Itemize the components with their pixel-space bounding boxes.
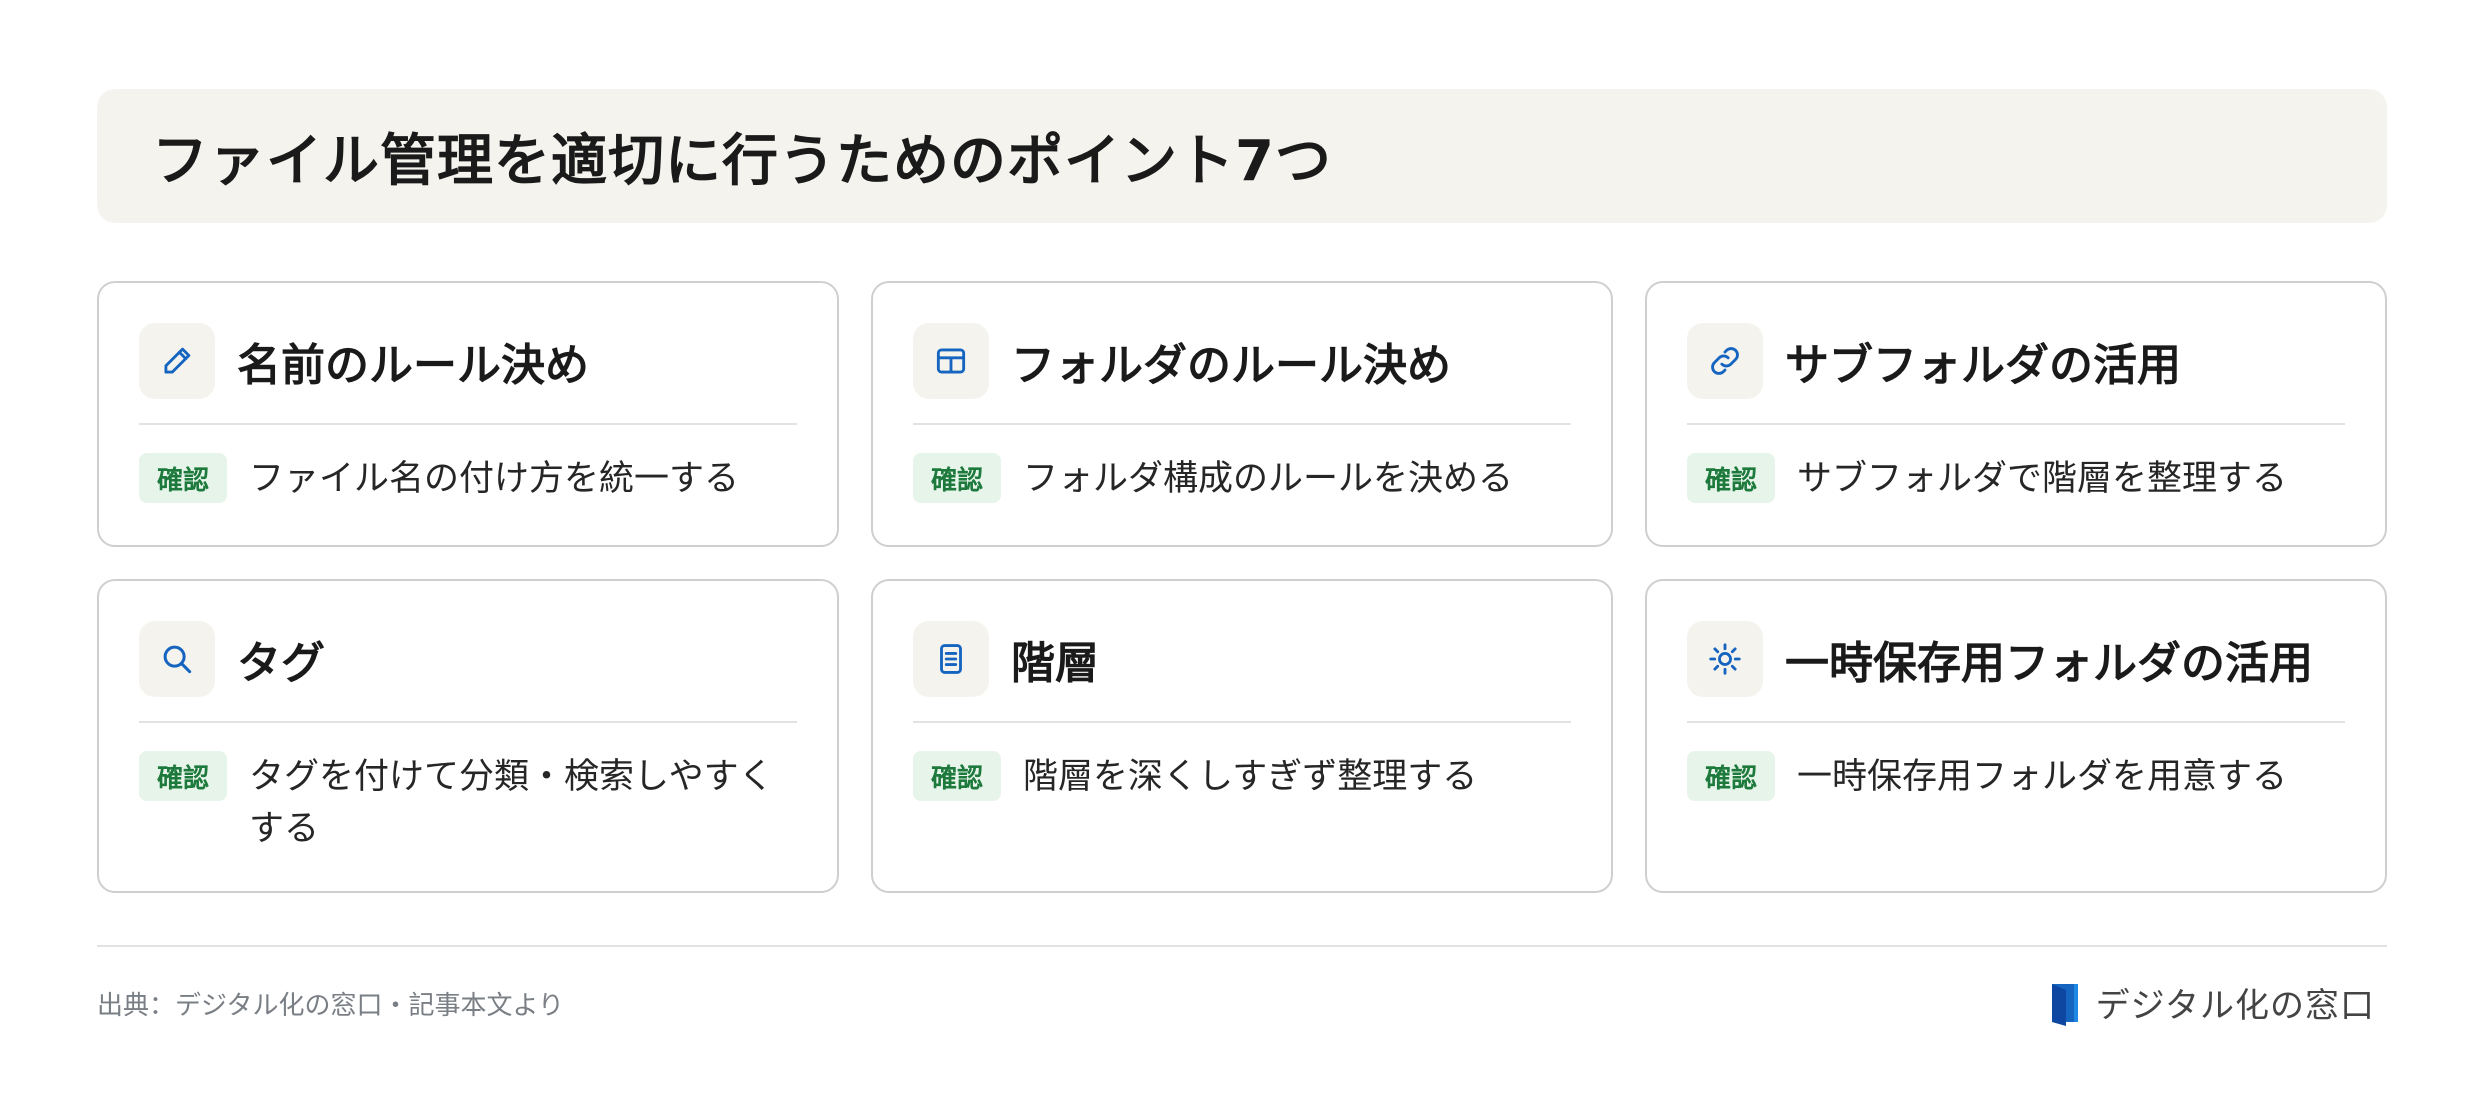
card-title: サブフォルダの活用 (1785, 340, 2181, 391)
point-card: タグ 確認 タグを付けて分類・検索しやすくする (97, 579, 839, 893)
card-text: 階層を深くしすぎず整理する (1023, 757, 1478, 797)
card-text: サブフォルダで階層を整理する (1797, 459, 2288, 499)
card-text: タグを付けて分類・検索しやすくする (249, 757, 774, 849)
check-badge: 確認 (1687, 751, 1775, 801)
brand-name: デジタル化の窓口 (2095, 986, 2375, 1026)
point-card: 階層 確認 階層を深くしすぎず整理する (871, 579, 1613, 893)
card-text: 一時保存用フォルダを用意する (1797, 757, 2288, 797)
divider (1687, 721, 2345, 723)
divider (913, 721, 1571, 723)
brand-logo: デジタル化の窓口 (2044, 978, 2375, 1027)
point-card: フォルダのルール決め 確認 フォルダ構成のルールを決める (871, 281, 1613, 547)
point-card: 一時保存用フォルダの活用 確認 一時保存用フォルダを用意する (1645, 579, 2387, 893)
check-badge: 確認 (913, 751, 1001, 801)
source-note: 出典：デジタル化の窓口・記事本文より (97, 991, 564, 1021)
sun-icon (1687, 621, 1763, 697)
check-badge: 確認 (1687, 453, 1775, 503)
check-badge: 確認 (913, 453, 1001, 503)
card-text: ファイル名の付け方を統一する (249, 459, 740, 499)
infographic: ファイル管理を適切に行うためのポイント7つ 名前のルール決め 確認 ファイル名の… (97, 89, 2387, 893)
document-icon (913, 621, 989, 697)
pencil-icon (139, 323, 215, 399)
divider (139, 721, 797, 723)
divider (139, 423, 797, 425)
check-badge: 確認 (139, 751, 227, 801)
footer-divider (97, 945, 2387, 947)
search-icon (139, 621, 215, 697)
card-text: フォルダ構成のルールを決める (1023, 459, 1514, 499)
link-icon (1687, 323, 1763, 399)
points-grid: 名前のルール決め 確認 ファイル名の付け方を統一する フォルダのルール決め 確認… (97, 281, 2387, 893)
divider (1687, 423, 2345, 425)
card-title: 名前のルール決め (237, 340, 589, 391)
door-logo-icon (2051, 983, 2078, 1026)
check-badge: 確認 (139, 453, 227, 503)
page-title: ファイル管理を適切に行うためのポイント7つ (152, 128, 1332, 194)
point-card: 名前のルール決め 確認 ファイル名の付け方を統一する (97, 281, 839, 547)
point-card: サブフォルダの活用 確認 サブフォルダで階層を整理する (1645, 281, 2387, 547)
card-title: 一時保存用フォルダの活用 (1785, 638, 2313, 689)
title-banner: ファイル管理を適切に行うためのポイント7つ (97, 89, 2387, 223)
card-title: フォルダのルール決め (1011, 340, 1451, 391)
card-title: タグ (237, 638, 325, 689)
divider (913, 423, 1571, 425)
grid-table-icon (913, 323, 989, 399)
card-title: 階層 (1011, 638, 1099, 689)
